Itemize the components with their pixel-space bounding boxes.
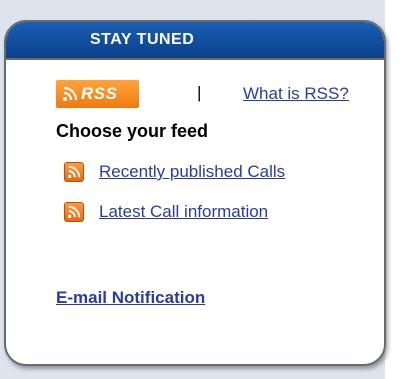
what-is-rss-link[interactable]: What is RSS? (243, 84, 349, 104)
rss-icon (63, 86, 78, 101)
rss-glyph-icon (67, 205, 81, 219)
rss-glyph-icon (67, 165, 81, 179)
box-title: STAY TUNED (90, 31, 195, 48)
email-notification-link[interactable]: E-mail Notification (56, 288, 205, 308)
rss-badge-button[interactable]: RSS (56, 80, 139, 108)
choose-feed-heading: Choose your feed (56, 121, 209, 141)
box-header: STAY TUNED (6, 22, 384, 60)
feed-item-label[interactable]: Recently published Calls (99, 162, 285, 182)
feed-item-latest-call-information[interactable]: Latest Call information (64, 202, 268, 222)
separator: | (197, 83, 202, 102)
rss-badge-label: RSS (81, 84, 118, 103)
right-edge (385, 0, 403, 379)
rss-feed-icon (64, 202, 84, 222)
stay-tuned-box: STAY TUNED (4, 20, 386, 366)
rss-feed-icon (64, 162, 84, 182)
feed-item-recently-published-calls[interactable]: Recently published Calls (64, 162, 285, 182)
feed-item-label[interactable]: Latest Call information (99, 202, 268, 222)
